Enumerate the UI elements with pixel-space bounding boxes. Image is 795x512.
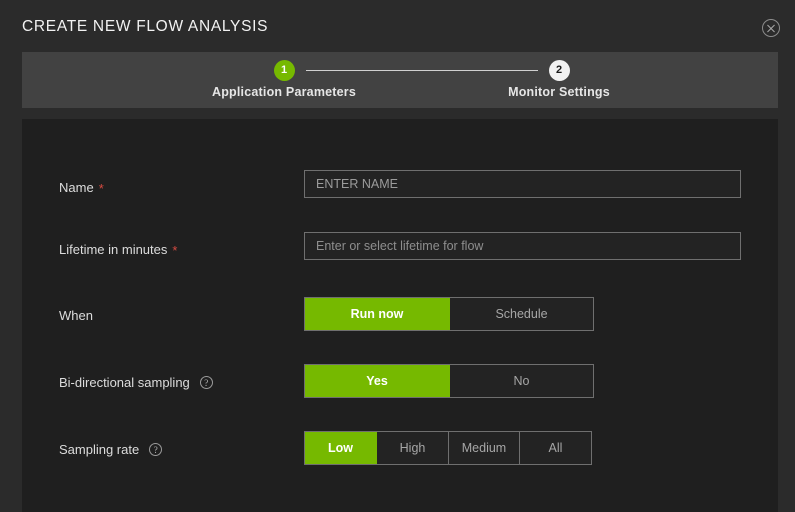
label-sampling-rate: Sampling rate ? <box>59 429 162 469</box>
stepper-step-application-parameters[interactable]: 1 Application Parameters <box>184 52 384 99</box>
required-marker: * <box>172 244 177 257</box>
label-when-text: When <box>59 308 93 323</box>
bidirectional-option-no[interactable]: No <box>450 365 593 397</box>
stepper-step-monitor-settings[interactable]: 2 Monitor Settings <box>459 52 659 99</box>
wizard-stepper: 1 Application Parameters 2 Monitor Setti… <box>22 52 778 108</box>
sampling-rate-option-all[interactable]: All <box>520 432 591 464</box>
field-row-bidirectional-sampling: Bi-directional sampling ? Yes No <box>22 362 778 402</box>
label-bidirectional-sampling: Bi-directional sampling ? <box>59 362 213 402</box>
sampling-rate-option-medium[interactable]: Medium <box>449 432 520 464</box>
question-mark-icon[interactable]: ? <box>200 376 213 389</box>
page-title: CREATE NEW FLOW ANALYSIS <box>22 18 268 36</box>
lifetime-input[interactable] <box>304 232 741 260</box>
name-input[interactable] <box>304 170 741 198</box>
label-name-text: Name <box>59 180 94 195</box>
sampling-rate-option-high[interactable]: High <box>377 432 449 464</box>
stepper-step-1-number: 1 <box>274 60 295 81</box>
sampling-rate-option-low[interactable]: Low <box>305 432 377 464</box>
field-row-when: When Run now Schedule <box>22 295 778 335</box>
label-sampling-rate-text: Sampling rate <box>59 442 139 457</box>
close-icon[interactable] <box>762 19 780 37</box>
label-bidirectional-sampling-text: Bi-directional sampling <box>59 375 190 390</box>
label-when: When <box>59 295 93 335</box>
stepper-step-2-number: 2 <box>549 60 570 81</box>
when-option-run-now[interactable]: Run now <box>305 298 450 330</box>
required-marker: * <box>99 182 104 195</box>
bidirectional-option-yes[interactable]: Yes <box>305 365 450 397</box>
field-row-lifetime: Lifetime in minutes * <box>22 229 778 269</box>
stepper-step-1-label: Application Parameters <box>184 85 384 99</box>
form-panel: Name * Lifetime in minutes * When Run no… <box>22 119 778 512</box>
sampling-rate-toggle-group: Low High Medium All <box>304 431 592 465</box>
stepper-step-2-label: Monitor Settings <box>459 85 659 99</box>
dialog-titlebar: CREATE NEW FLOW ANALYSIS <box>0 0 795 55</box>
when-toggle-group: Run now Schedule <box>304 297 594 331</box>
label-lifetime-text: Lifetime in minutes <box>59 242 167 257</box>
field-row-sampling-rate: Sampling rate ? Low High Medium All <box>22 429 778 469</box>
label-lifetime: Lifetime in minutes * <box>59 229 177 269</box>
field-row-name: Name * <box>22 167 778 207</box>
bidirectional-sampling-toggle-group: Yes No <box>304 364 594 398</box>
label-name: Name * <box>59 167 104 207</box>
question-mark-icon[interactable]: ? <box>149 443 162 456</box>
when-option-schedule[interactable]: Schedule <box>450 298 593 330</box>
